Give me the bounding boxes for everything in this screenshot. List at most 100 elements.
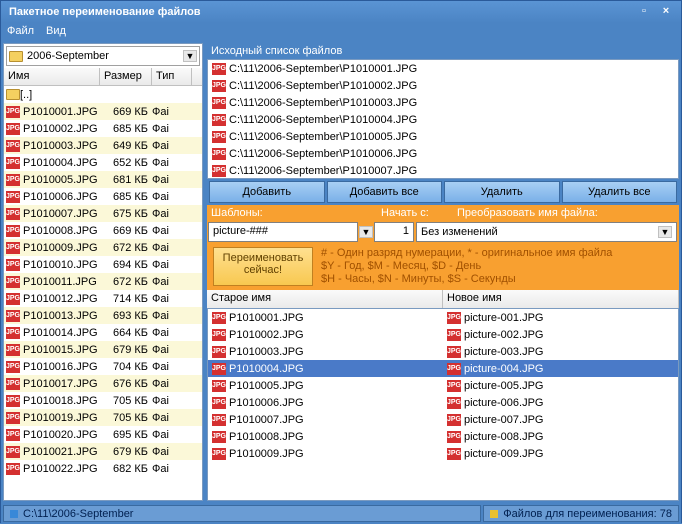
file-row[interactable]: JPGP1010004.JPG652 КБФаі [4,154,202,171]
delete-button[interactable]: Удалить [444,181,560,203]
file-row[interactable]: JPGP1010005.JPG681 КБФаі [4,171,202,188]
titlebar: Пакетное переименование файлов ▫ × [1,1,681,23]
preview-row[interactable]: JPGP1010005.JPGJPGpicture-005.JPG [208,377,678,394]
source-row[interactable]: JPGC:\11\2006-September\P1010004.JPG [208,111,678,128]
file-row[interactable]: JPGP1010012.JPG714 КБФаі [4,290,202,307]
jpg-icon: JPG [6,463,20,475]
transform-label: Преобразовать имя файла: [453,205,679,221]
file-row[interactable]: JPGP1010003.JPG649 КБФаі [4,137,202,154]
file-row[interactable]: JPGP1010010.JPG694 КБФаі [4,256,202,273]
source-row[interactable]: JPGC:\11\2006-September\P1010006.JPG [208,145,678,162]
jpg-icon: JPG [6,344,20,356]
jpg-icon: JPG [6,361,20,373]
jpg-icon: JPG [447,346,461,358]
jpg-icon: JPG [212,346,226,358]
preview-row[interactable]: JPGP1010008.JPGJPGpicture-008.JPG [208,428,678,445]
jpg-icon: JPG [6,429,20,441]
source-row[interactable]: JPGC:\11\2006-September\P1010003.JPG [208,94,678,111]
rename-button[interactable]: Переименовать сейчас! [213,247,313,286]
source-list[interactable]: JPGC:\11\2006-September\P1010001.JPGJPGC… [207,59,679,179]
folder-combo[interactable]: 2006-September ▼ [6,46,200,66]
source-label: Исходный список файлов [207,43,679,59]
source-row[interactable]: JPGC:\11\2006-September\P1010005.JPG [208,128,678,145]
hint-line-1: # - Один разряд нумерации, * - оригиналь… [321,247,673,260]
add-all-button[interactable]: Добавить все [327,181,443,203]
chevron-down-icon[interactable]: ▼ [183,50,197,62]
file-row[interactable]: JPGP1010013.JPG693 КБФаі [4,307,202,324]
preview-row[interactable]: JPGP1010002.JPGJPGpicture-002.JPG [208,326,678,343]
preview-row[interactable]: JPGP1010004.JPGJPGpicture-004.JPG [208,360,678,377]
template-dropdown-icon[interactable]: ▼ [359,226,373,238]
file-row[interactable]: JPGP1010020.JPG695 КБФаі [4,426,202,443]
jpg-icon: JPG [212,63,226,75]
jpg-icon: JPG [212,80,226,92]
source-row[interactable]: JPGC:\11\2006-September\P1010007.JPG [208,162,678,179]
file-row[interactable]: JPGP1010008.JPG669 КБФаі [4,222,202,239]
file-row[interactable]: JPGP1010019.JPG705 КБФаі [4,409,202,426]
col-old-name[interactable]: Старое имя [207,290,443,308]
transform-dropdown-icon[interactable]: ▼ [658,226,672,238]
file-row[interactable]: JPGP1010016.JPG704 КБФаі [4,358,202,375]
close-icon[interactable]: × [659,6,673,18]
jpg-icon: JPG [212,329,226,341]
updir-row[interactable]: [..] [4,86,202,103]
file-row[interactable]: JPGP1010014.JPG664 КБФаі [4,324,202,341]
start-label: Начать с: [377,205,453,221]
menu-file[interactable]: Файл [7,25,34,39]
file-row[interactable]: JPGP1010018.JPG705 КБФаі [4,392,202,409]
jpg-icon: JPG [212,131,226,143]
col-name[interactable]: Имя [4,68,100,85]
jpg-icon: JPG [6,395,20,407]
file-row[interactable]: JPGP1010006.JPG685 КБФаі [4,188,202,205]
file-row[interactable]: JPGP1010009.JPG672 КБФаі [4,239,202,256]
square-icon [10,510,18,518]
transform-select[interactable]: Без изменений ▼ [416,222,677,242]
jpg-icon: JPG [212,414,226,426]
file-columns: Имя Размер Тип [4,68,202,86]
source-row[interactable]: JPGC:\11\2006-September\P1010001.JPG [208,60,678,77]
preview-row[interactable]: JPGP1010007.JPGJPGpicture-007.JPG [208,411,678,428]
jpg-icon: JPG [6,446,20,458]
file-row[interactable]: JPGP1010002.JPG685 КБФаі [4,120,202,137]
folder-combo-value: 2006-September [27,50,109,62]
file-browser: 2006-September ▼ Имя Размер Тип [..]JPGP… [3,43,203,501]
source-row[interactable]: JPGC:\11\2006-September\P1010002.JPG [208,77,678,94]
delete-all-button[interactable]: Удалить все [562,181,678,203]
jpg-icon: JPG [6,174,20,186]
add-button[interactable]: Добавить [209,181,325,203]
folder-icon [9,51,23,62]
status-path: C:\11\2006-September [3,505,481,522]
jpg-icon: JPG [212,397,226,409]
col-new-name[interactable]: Новое имя [443,290,679,308]
preview-row[interactable]: JPGP1010006.JPGJPGpicture-006.JPG [208,394,678,411]
jpg-icon: JPG [6,191,20,203]
file-row[interactable]: JPGP1010011.JPG672 КБФаі [4,273,202,290]
file-list[interactable]: [..]JPGP1010001.JPG669 КБФаіJPGP1010002.… [4,86,202,500]
start-input[interactable]: 1 [374,222,414,242]
file-row[interactable]: JPGP1010015.JPG679 КБФаі [4,341,202,358]
jpg-icon: JPG [212,312,226,324]
template-input[interactable]: picture-### [208,222,358,242]
jpg-icon: JPG [6,208,20,220]
file-row[interactable]: JPGP1010007.JPG675 КБФаі [4,205,202,222]
file-row[interactable]: JPGP1010001.JPG669 КБФаі [4,103,202,120]
jpg-icon: JPG [6,378,20,390]
menu-view[interactable]: Вид [46,25,66,39]
preview-row[interactable]: JPGP1010009.JPGJPGpicture-009.JPG [208,445,678,462]
preview-list[interactable]: JPGP1010001.JPGJPGpicture-001.JPGJPGP101… [207,308,679,501]
file-row[interactable]: JPGP1010017.JPG676 КБФаі [4,375,202,392]
minimize-icon[interactable]: ▫ [637,6,651,18]
jpg-icon: JPG [6,327,20,339]
jpg-icon: JPG [212,148,226,160]
col-size[interactable]: Размер [100,68,152,85]
jpg-icon: JPG [6,412,20,424]
jpg-icon: JPG [447,397,461,409]
hints: Переименовать сейчас! # - Один разряд ну… [207,243,679,290]
jpg-icon: JPG [6,276,20,288]
file-row[interactable]: JPGP1010022.JPG682 КБФаі [4,460,202,477]
col-type[interactable]: Тип [152,68,192,85]
preview-row[interactable]: JPGP1010001.JPGJPGpicture-001.JPG [208,309,678,326]
file-row[interactable]: JPGP1010021.JPG679 КБФаі [4,443,202,460]
jpg-icon: JPG [6,310,20,322]
preview-row[interactable]: JPGP1010003.JPGJPGpicture-003.JPG [208,343,678,360]
